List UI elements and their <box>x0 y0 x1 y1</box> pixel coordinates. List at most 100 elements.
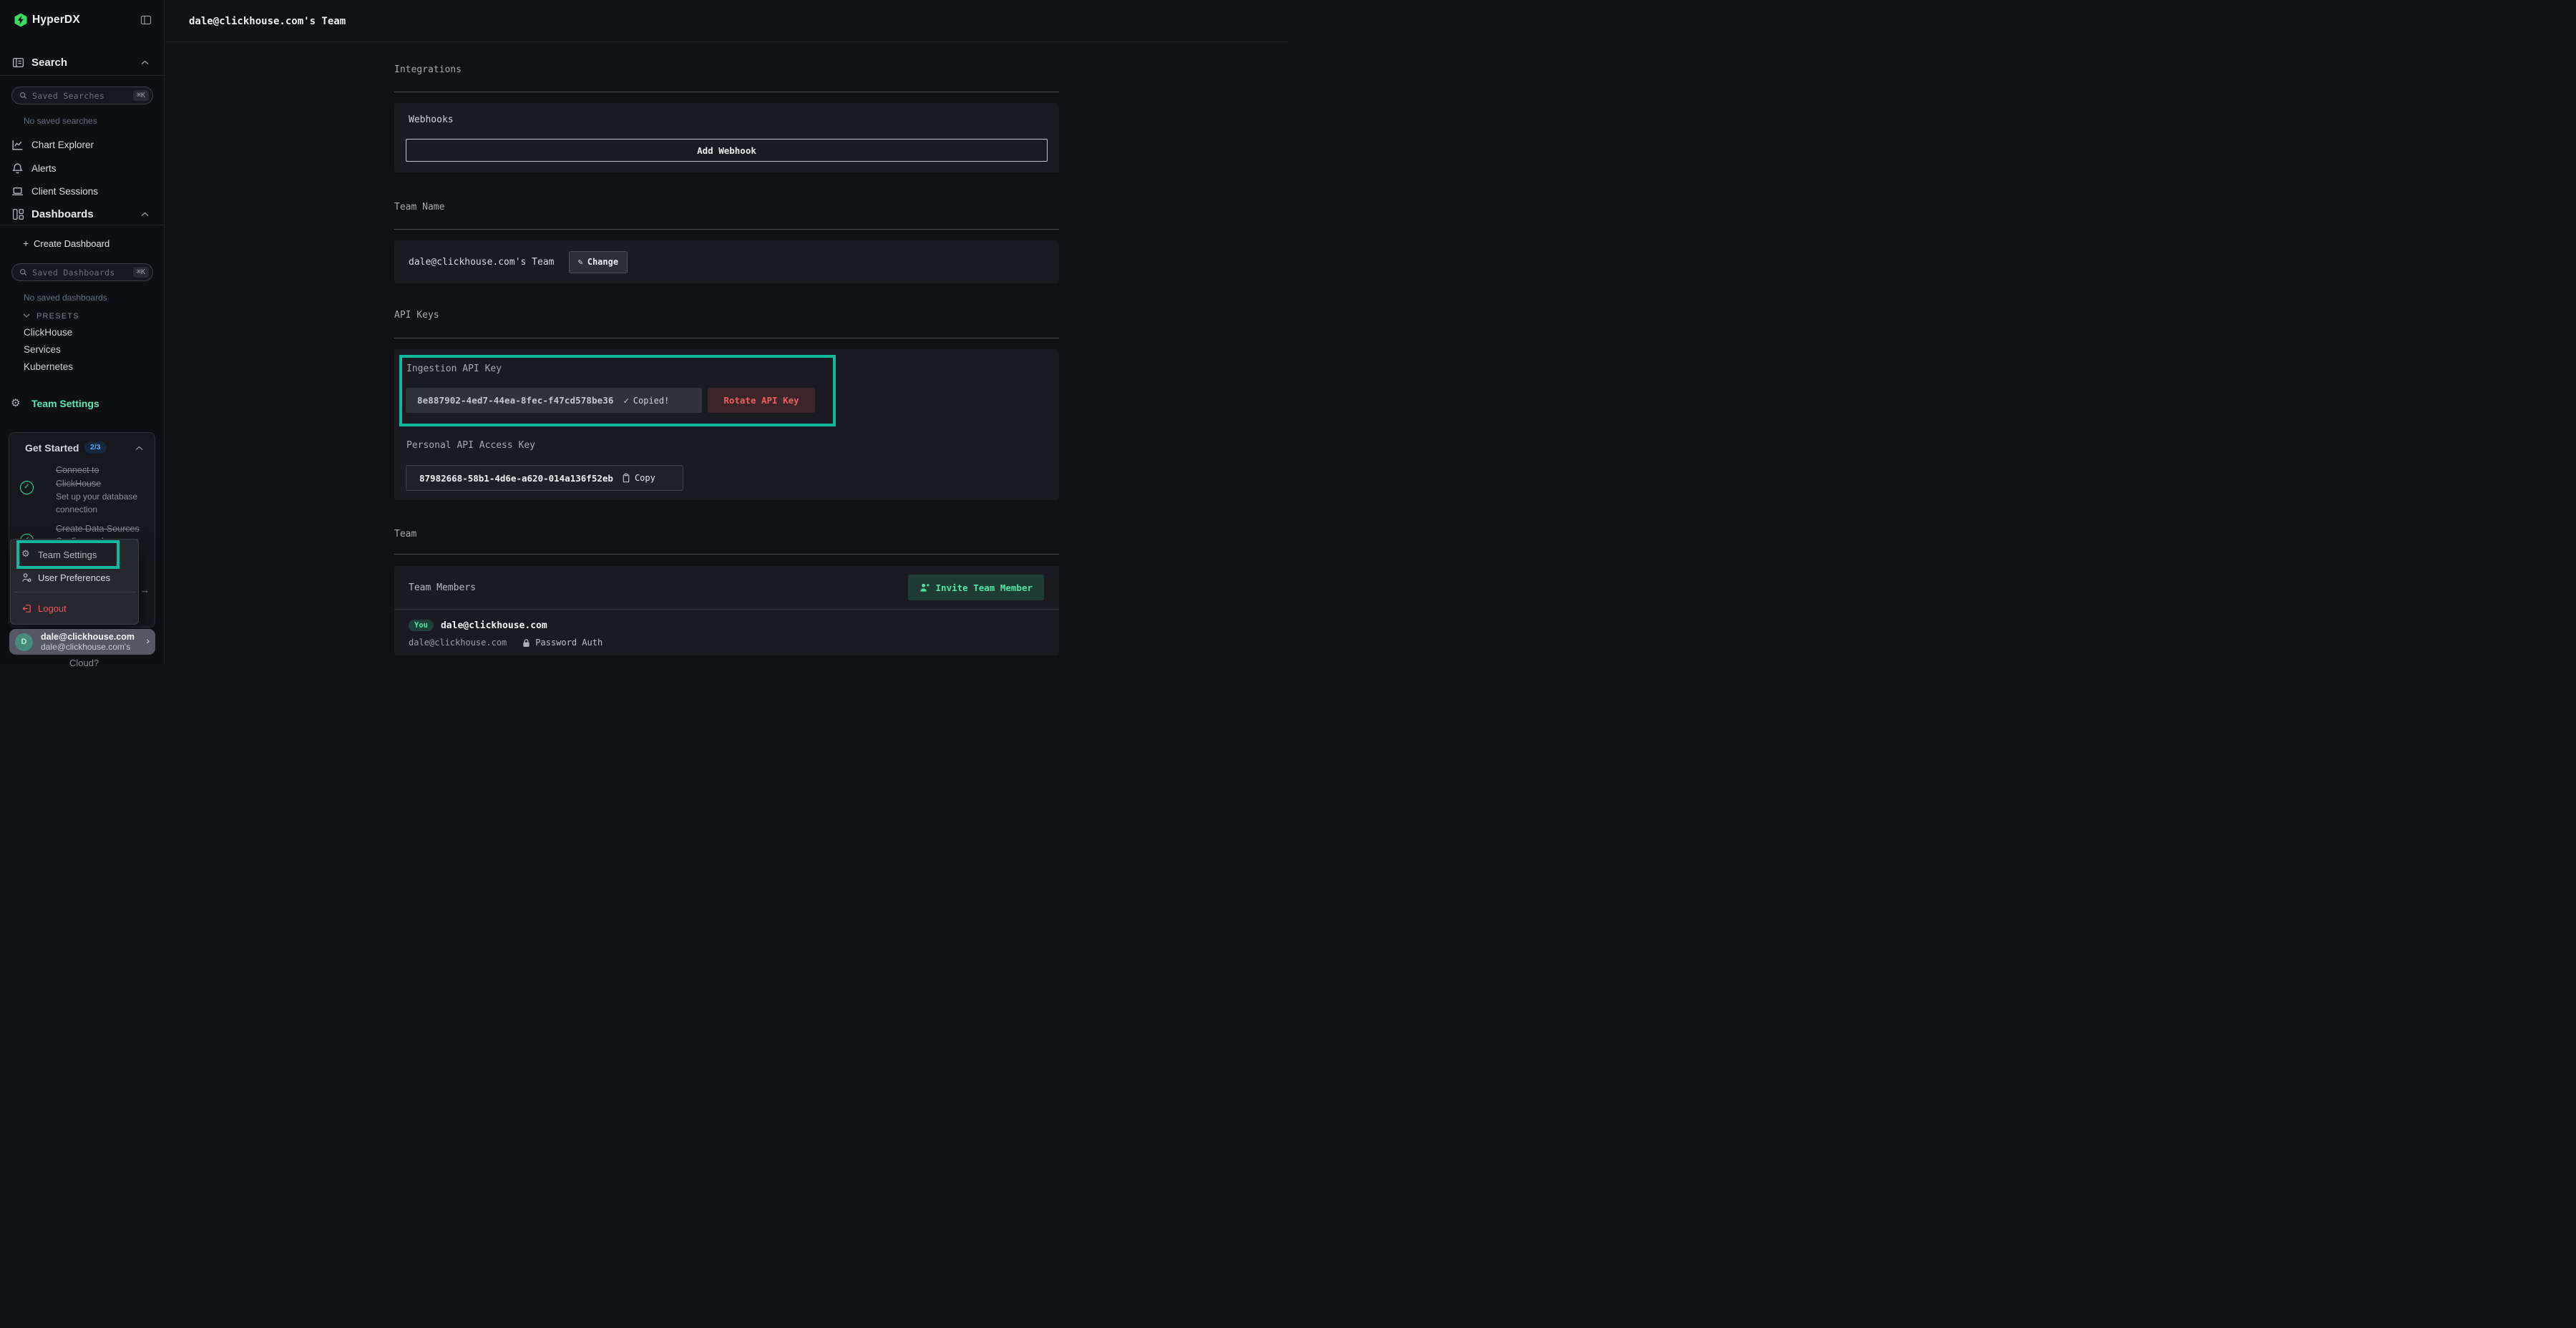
menu-item-label: User Preferences <box>38 572 110 583</box>
sidebar-item-label: Client Sessions <box>31 186 98 197</box>
sidebar-item-team-settings[interactable]: ⚙ Team Settings <box>0 396 165 411</box>
preset-item-clickhouse[interactable]: ClickHouse <box>24 327 72 338</box>
search-icon <box>19 92 27 99</box>
member-email: dale@clickhouse.com <box>441 620 547 631</box>
saved-searches-input[interactable]: Saved Searches ⌘K <box>11 87 153 104</box>
rotate-api-key-button[interactable]: Rotate API Key <box>708 388 815 413</box>
person-plus-icon <box>919 582 930 593</box>
pencil-icon: ✎ <box>578 257 583 267</box>
sidebar-collapse-icon[interactable] <box>140 14 152 26</box>
user-menu-popup: ⚙ Team Settings User Preferences Logout <box>10 539 139 625</box>
webhooks-card: Webhooks Add Webhook <box>394 103 1059 172</box>
change-team-name-button[interactable]: ✎ Change <box>569 251 628 273</box>
presets-toggle[interactable]: PRESETS <box>0 311 165 322</box>
user-account-card[interactable]: D dale@clickhouse.com dale@clickhouse.co… <box>9 629 155 655</box>
laptop-icon <box>11 185 24 197</box>
sidebar-section-search[interactable]: Search <box>0 50 165 76</box>
ingestion-api-key-title: Ingestion API Key <box>406 363 502 374</box>
step-subtitle: connection <box>56 504 97 514</box>
clipboard-icon <box>622 473 630 483</box>
chevron-up-icon <box>141 212 149 217</box>
page-header: dale@clickhouse.com's Team <box>165 0 1288 42</box>
menu-item-label: Team Settings <box>38 550 97 560</box>
chevron-up-icon[interactable] <box>135 446 143 451</box>
api-keys-heading: API Keys <box>394 310 1059 321</box>
ingestion-key-chip: 8e887902-4ed7-44ea-8fec-f47cd578be36 ✓ C… <box>406 388 702 413</box>
menu-item-user-preferences[interactable]: User Preferences <box>11 570 140 587</box>
copied-label: Copied! <box>633 396 670 406</box>
app-name: HyperDX <box>32 14 80 26</box>
copy-button[interactable]: Copy <box>622 473 655 483</box>
chevron-right-icon: › <box>146 635 150 646</box>
team-name-heading: Team Name <box>394 202 1059 213</box>
create-dashboard-label: Create Dashboard <box>34 238 109 249</box>
chevron-down-icon <box>23 313 30 318</box>
menu-item-label: Logout <box>38 603 67 614</box>
bell-icon <box>11 162 24 175</box>
member-row: You dale@clickhouse.com <box>394 610 1059 631</box>
personal-key-chip[interactable]: 87982668-58b1-4d6e-a620-014a136f52eb Cop… <box>406 465 683 491</box>
step-title: Connect to <box>56 465 99 475</box>
menu-item-logout[interactable]: Logout <box>11 600 140 617</box>
step-subtitle: Set up your database <box>56 492 137 502</box>
preset-item-kubernetes[interactable]: Kubernetes <box>24 361 73 372</box>
change-button-label: Change <box>587 257 618 267</box>
integrations-heading: Integrations <box>394 64 1059 75</box>
sidebar-item-label: Alerts <box>31 163 57 174</box>
gear-icon: ⚙ <box>21 548 30 560</box>
menu-item-team-settings[interactable]: ⚙ Team Settings <box>11 547 140 564</box>
auth-method-label: Password Auth <box>535 638 602 648</box>
search-icon <box>19 268 27 276</box>
user-email: dale@clickhouse.com <box>41 632 135 642</box>
personal-api-key-title: Personal API Access Key <box>406 440 535 451</box>
search-section-icon <box>12 57 24 69</box>
presets-label: PRESETS <box>36 312 79 321</box>
step-title: Create Data Sources <box>56 524 140 534</box>
get-started-title: Get Started <box>25 442 79 454</box>
no-saved-searches-text: No saved searches <box>24 116 97 126</box>
preset-item-services[interactable]: Services <box>24 344 61 355</box>
personal-key-value: 87982668-58b1-4d6e-a620-014a136f52eb <box>419 473 613 484</box>
saved-searches-placeholder: Saved Searches <box>32 91 133 101</box>
member-auth-email: dale@clickhouse.com <box>409 638 507 648</box>
copy-label: Copy <box>635 473 655 483</box>
plus-icon: + <box>23 238 29 249</box>
team-settings-content: Integrations Webhooks Add Webhook Team N… <box>394 42 1059 655</box>
section-divider <box>394 229 1059 230</box>
search-section-label: Search <box>31 57 67 69</box>
member-detail-row: dale@clickhouse.com Password Auth <box>394 631 1059 648</box>
user-team: dale@clickhouse.com's <box>41 642 130 652</box>
team-name-value: dale@clickhouse.com's Team <box>409 257 555 268</box>
section-divider <box>394 554 1059 555</box>
team-settings-label: Team Settings <box>31 398 99 409</box>
sidebar-item-client-sessions[interactable]: Client Sessions <box>0 185 165 199</box>
saved-dashboards-input[interactable]: Saved Dashboards ⌘K <box>11 263 153 281</box>
team-members-header: Team Members Invite Team Member <box>394 566 1059 610</box>
lock-icon <box>522 638 530 648</box>
team-name-card: dale@clickhouse.com's Team ✎ Change <box>394 240 1059 283</box>
dashboards-section-label: Dashboards <box>31 208 94 220</box>
sidebar-item-label: Chart Explorer <box>31 140 94 150</box>
shortcut-badge: ⌘K <box>133 90 149 101</box>
team-heading: Team <box>394 529 1059 540</box>
gear-icon: ⚙ <box>11 396 20 409</box>
logo-row: HyperDX <box>0 10 165 36</box>
ingestion-key-value: 8e887902-4ed7-44ea-8fec-f47cd578be36 <box>417 395 614 406</box>
add-webhook-button[interactable]: Add Webhook <box>406 139 1048 162</box>
progress-badge: 2/3 <box>84 441 107 454</box>
sidebar-section-dashboards[interactable]: Dashboards <box>0 204 165 225</box>
copied-indicator[interactable]: ✓ Copied! <box>624 396 670 406</box>
check-icon: ✓ <box>624 396 629 406</box>
step-title: ClickHouse <box>56 479 101 489</box>
avatar: D <box>15 633 33 651</box>
arrow-right-icon: → <box>140 585 150 595</box>
team-members-title: Team Members <box>409 582 476 593</box>
you-badge: You <box>409 620 434 631</box>
saved-dashboards-placeholder: Saved Dashboards <box>32 268 133 278</box>
user-preferences-icon <box>21 572 32 583</box>
sidebar-item-alerts[interactable]: Alerts <box>0 162 165 176</box>
invite-team-member-button[interactable]: Invite Team Member <box>908 575 1044 600</box>
create-dashboard-button[interactable]: + Create Dashboard <box>0 237 165 250</box>
sidebar-item-chart-explorer[interactable]: Chart Explorer <box>0 138 165 152</box>
clipped-cloud-text: Cloud? <box>69 658 99 668</box>
